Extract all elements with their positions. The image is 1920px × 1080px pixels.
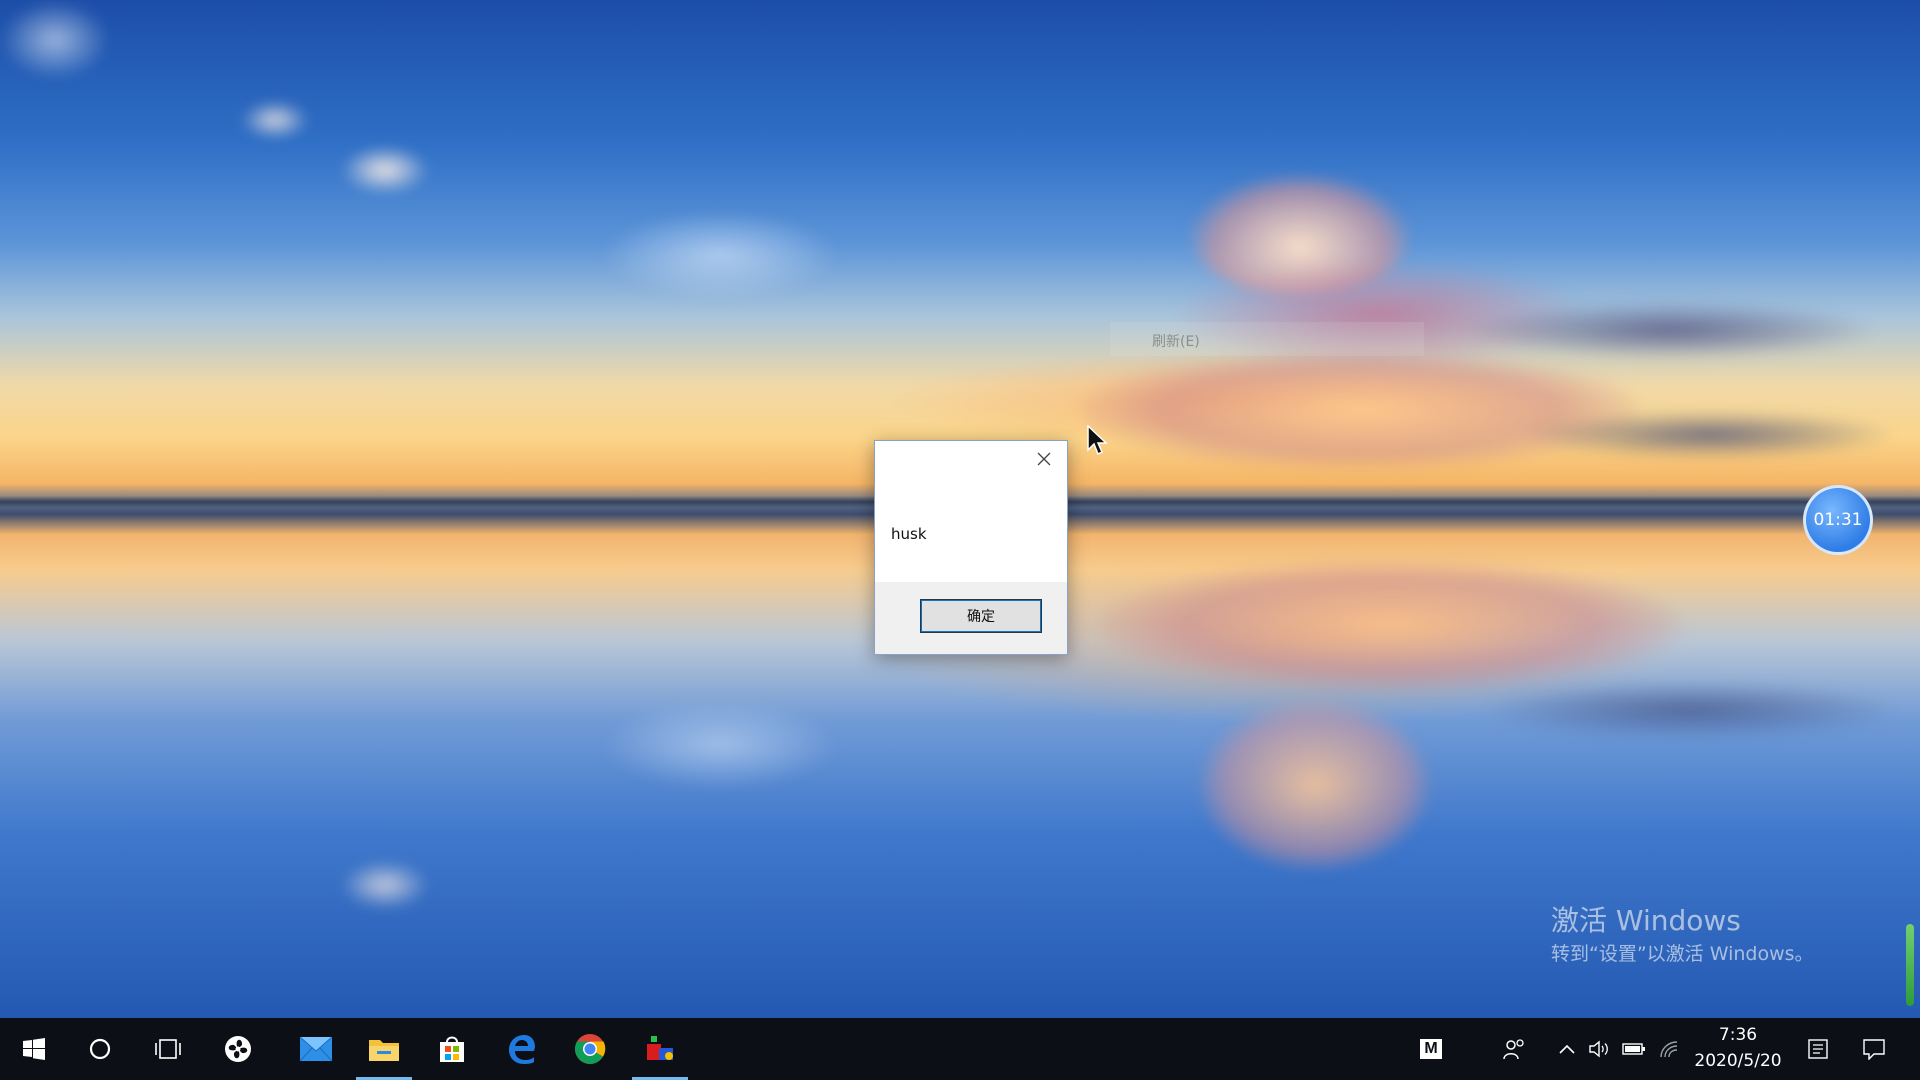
taskbar-app-fan[interactable] <box>206 1018 270 1080</box>
dialog-message: husk <box>891 525 927 543</box>
close-button[interactable] <box>1027 445 1061 473</box>
cloud-reflection <box>1480 680 1900 740</box>
cloud <box>1460 300 1880 360</box>
taskbar-app-edge[interactable] <box>490 1018 554 1080</box>
activation-watermark: 激活 Windows 转到“设置”以激活 Windows。 <box>1551 904 1814 968</box>
cloud-reflection <box>1100 560 1680 690</box>
mail-icon <box>299 1036 333 1062</box>
message-dialog: husk 确定 <box>874 440 1068 655</box>
cortana-circle-icon <box>89 1038 111 1060</box>
notes-button[interactable] <box>1800 1018 1836 1080</box>
show-hidden-icons-button[interactable] <box>1552 1018 1582 1080</box>
cloud-reflection <box>340 860 430 910</box>
taskbar-app-media[interactable] <box>628 1018 692 1080</box>
notes-icon <box>1808 1039 1828 1059</box>
taskbar-app-store[interactable] <box>420 1018 484 1080</box>
ime-label: M <box>1420 1039 1442 1059</box>
volume-button[interactable] <box>1584 1018 1614 1080</box>
context-menu-item-refresh[interactable]: 刷新(E) <box>1110 322 1424 356</box>
edge-e-icon <box>509 1035 535 1064</box>
people-icon <box>1503 1039 1524 1060</box>
network-button[interactable] <box>1654 1018 1684 1080</box>
speaker-icon <box>1589 1040 1608 1058</box>
chevron-up-icon <box>1559 1044 1575 1054</box>
cloud <box>340 145 430 195</box>
timer-bubble[interactable]: 01:31 <box>1803 485 1873 555</box>
watermark-subtitle: 转到“设置”以激活 Windows。 <box>1551 943 1814 965</box>
close-icon <box>1037 452 1051 466</box>
cloud <box>1520 410 1900 460</box>
wifi-icon <box>1660 1041 1678 1058</box>
task-view-icon <box>155 1039 181 1059</box>
side-scroll-indicator[interactable] <box>1906 924 1914 1006</box>
battery-icon <box>1622 1043 1645 1055</box>
folder-icon <box>369 1040 399 1061</box>
action-center-button[interactable] <box>1856 1018 1892 1080</box>
store-bag-icon <box>440 1036 464 1062</box>
dialog-footer: 确定 <box>875 582 1067 654</box>
taskbar-clock[interactable]: 7:36 2020/5/20 <box>1686 1022 1790 1078</box>
cloud <box>600 210 840 300</box>
cloud <box>240 100 310 140</box>
search-button[interactable] <box>68 1018 132 1080</box>
taskbar-app-file-explorer[interactable] <box>352 1018 416 1080</box>
ime-indicator[interactable]: M <box>1414 1018 1448 1080</box>
start-button[interactable] <box>2 1018 66 1080</box>
notification-icon <box>1863 1039 1885 1060</box>
cloud-reflection <box>1200 700 1430 870</box>
windows-logo-icon <box>23 1038 45 1060</box>
mouse-cursor-icon <box>1087 425 1108 456</box>
taskbar: M 7:36 2020/5/20 <box>0 1018 1920 1080</box>
clock-date: 2020/5/20 <box>1694 1051 1782 1071</box>
cloud <box>1080 350 1640 470</box>
cloud <box>0 0 110 80</box>
watermark-title: 激活 Windows <box>1551 904 1741 937</box>
media-app-icon <box>647 1036 673 1060</box>
ok-button[interactable]: 确定 <box>920 599 1042 633</box>
clock-time: 7:36 <box>1718 1025 1758 1045</box>
fan-icon <box>225 1036 251 1062</box>
context-menu-item-label: 刷新(E) <box>1152 334 1200 350</box>
cloud-reflection <box>600 700 840 790</box>
taskbar-app-mail[interactable] <box>284 1018 348 1080</box>
timer-label: 01:31 <box>1813 510 1863 530</box>
desktop-wallpaper: 刷新(E) husk 确定 01:31 激活 Windows 转到“设置”以激活… <box>0 0 1920 1018</box>
taskbar-app-chrome[interactable] <box>558 1018 622 1080</box>
people-button[interactable] <box>1496 1018 1532 1080</box>
battery-button[interactable] <box>1618 1018 1650 1080</box>
task-view-button[interactable] <box>136 1018 200 1080</box>
chrome-icon <box>574 1034 606 1065</box>
